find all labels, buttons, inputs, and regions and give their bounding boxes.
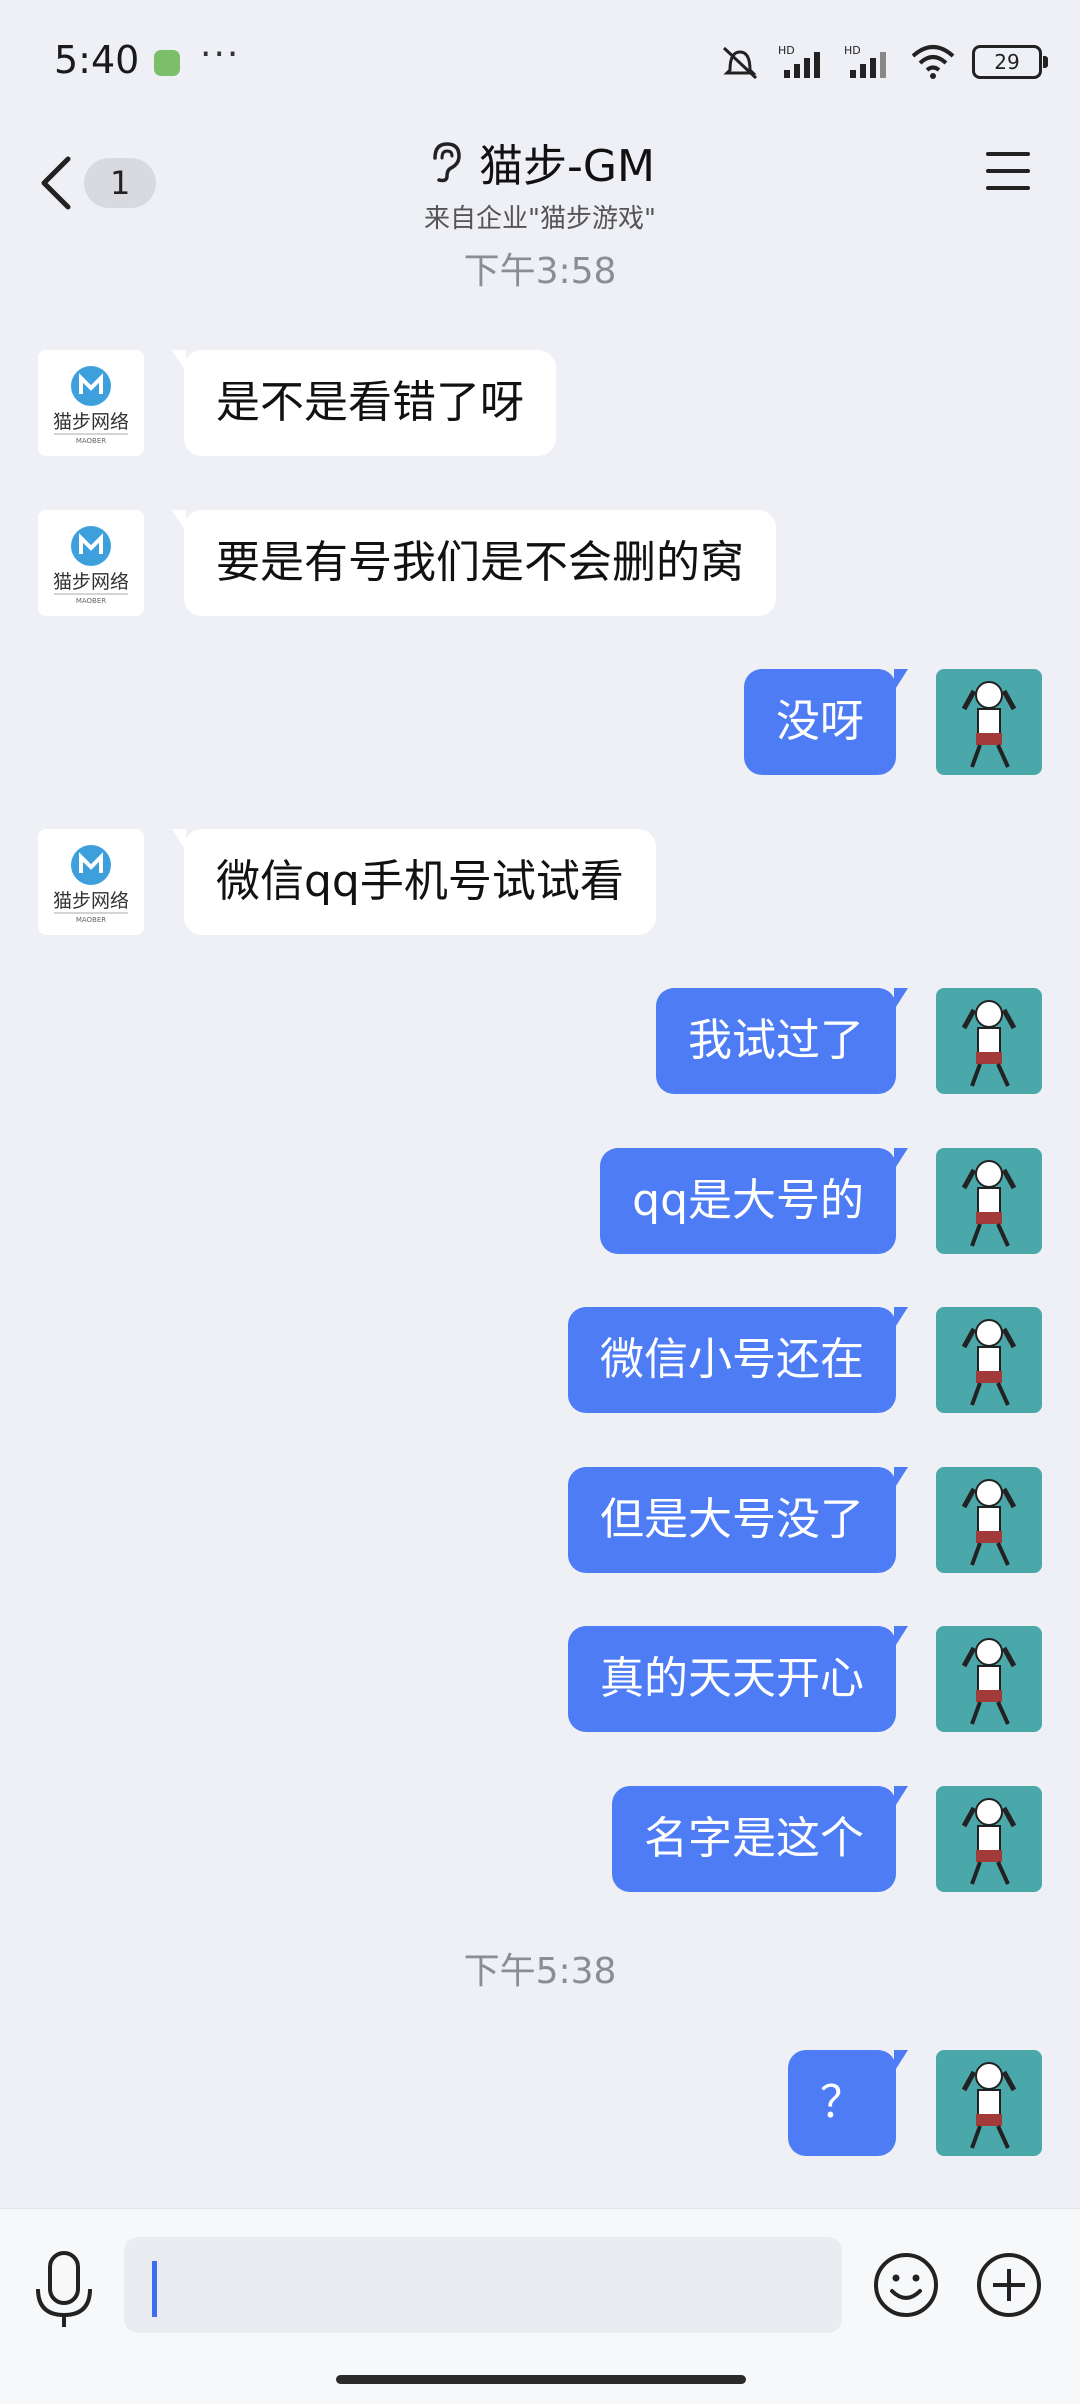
user-avatar-icon [961, 681, 1017, 768]
logo-text: 猫步网络 [53, 411, 129, 433]
avatar-gm[interactable]: 猫步网络 MAOBER [38, 510, 144, 616]
logo-subtext: MAOBER [76, 916, 106, 924]
avatar-user[interactable] [936, 669, 1042, 775]
wifi-icon [911, 45, 955, 79]
user-avatar-icon [961, 1479, 1017, 1566]
hd-label-1: HD [778, 44, 795, 57]
user-avatar-icon [961, 1000, 1017, 1087]
chat-title-area: 猫步-GM 来自企业"猫步游戏" [0, 130, 1080, 235]
plus-circle-icon [977, 2253, 1041, 2317]
message-bubble[interactable]: 是不是看错了呀 [172, 350, 556, 456]
maobu-logo-icon: 猫步网络 MAOBER [53, 366, 129, 445]
chat-subtitle: 来自企业"猫步游戏" [424, 204, 656, 234]
message-bubble[interactable]: qq是大号的 [600, 1148, 908, 1254]
maobu-logo-icon: 猫步网络 MAOBER [53, 526, 129, 605]
ear-icon [433, 142, 461, 183]
user-avatar-icon [961, 2062, 1017, 2149]
message-left: 猫步网络 MAOBER 微信qq手机号试试看 [0, 829, 1080, 939]
message-right: 但是大号没了 [0, 1467, 1080, 1577]
logo-subtext: MAOBER [76, 437, 106, 445]
user-avatar-icon [961, 1798, 1017, 1885]
logo-subtext: MAOBER [76, 597, 106, 605]
signal-icon-2: HD [844, 44, 886, 78]
home-indicator[interactable] [336, 2375, 746, 2384]
emoji-button[interactable] [872, 2251, 940, 2319]
message-left: 猫步网络 MAOBER 是不是看错了呀 [0, 350, 1080, 460]
message-bubble[interactable]: 我试过了 [656, 988, 908, 1094]
text-caret [152, 2261, 157, 2317]
status-icons: HD HD 29 [718, 40, 1048, 84]
message-right: ？ [0, 2050, 1080, 2160]
chat-message-list[interactable]: 下午3:58 猫步网络 MAOBER 是不是看错了呀 猫步网络 MAOBER 要… [0, 240, 1080, 2200]
more-actions-button[interactable] [975, 2251, 1043, 2319]
logo-text: 猫步网络 [53, 890, 129, 912]
avatar-user[interactable] [936, 1626, 1042, 1732]
microphone-icon [36, 2251, 92, 2327]
message-right: 真的天天开心 [0, 1626, 1080, 1736]
status-bar: 5:40 ··· HD HD 29 [0, 0, 1080, 120]
message-right: qq是大号的 [0, 1148, 1080, 1258]
chat-header: 1 猫步-GM 来自企业"猫步游戏" [0, 120, 1080, 240]
message-bubble[interactable]: 微信qq手机号试试看 [172, 829, 656, 935]
message-input[interactable] [124, 2237, 842, 2333]
avatar-user[interactable] [936, 1786, 1042, 1892]
avatar-user[interactable] [936, 1307, 1042, 1413]
message-bubble[interactable]: 但是大号没了 [568, 1467, 908, 1573]
avatar-user[interactable] [936, 1148, 1042, 1254]
chat-title: 猫步-GM [479, 141, 655, 192]
user-avatar-icon [961, 1319, 1017, 1406]
avatar-user[interactable] [936, 2050, 1042, 2156]
hd-label-2: HD [844, 44, 861, 57]
message-bubble[interactable]: ？ [788, 2050, 908, 2156]
message-right: 我试过了 [0, 988, 1080, 1098]
more-notifications-icon: ··· [200, 34, 241, 75]
avatar-user[interactable] [936, 988, 1042, 1094]
maobu-logo-icon: 猫步网络 MAOBER [53, 845, 129, 924]
timestamp: 下午5:38 [463, 1951, 617, 1992]
avatar-gm[interactable]: 猫步网络 MAOBER [38, 350, 144, 456]
user-avatar-icon [961, 1638, 1017, 1725]
message-bubble[interactable]: 名字是这个 [612, 1786, 908, 1892]
menu-icon[interactable] [986, 152, 1030, 200]
wechat-notification-icon [154, 50, 180, 76]
user-avatar-icon [961, 1160, 1017, 1247]
avatar-gm[interactable]: 猫步网络 MAOBER [38, 829, 144, 935]
avatar-user[interactable] [936, 1467, 1042, 1573]
message-right: 名字是这个 [0, 1786, 1080, 1896]
message-left: 猫步网络 MAOBER 要是有号我们是不会删的窝 [0, 510, 1080, 620]
logo-text: 猫步网络 [53, 571, 129, 593]
signal-icon-1: HD [778, 44, 820, 78]
message-bubble[interactable]: 没呀 [744, 669, 908, 775]
silent-icon [722, 46, 758, 80]
message-bubble[interactable]: 微信小号还在 [568, 1307, 908, 1413]
message-bubble[interactable]: 要是有号我们是不会删的窝 [172, 510, 776, 616]
battery-icon: 29 [972, 45, 1048, 79]
timestamp: 下午3:58 [463, 251, 617, 292]
message-bubble[interactable]: 真的天天开心 [568, 1626, 908, 1732]
message-right: 微信小号还在 [0, 1307, 1080, 1417]
message-right: 没呀 [0, 669, 1080, 779]
status-time: 5:40 [54, 38, 140, 82]
emoji-icon [874, 2253, 938, 2317]
voice-input-button[interactable] [32, 2249, 96, 2331]
